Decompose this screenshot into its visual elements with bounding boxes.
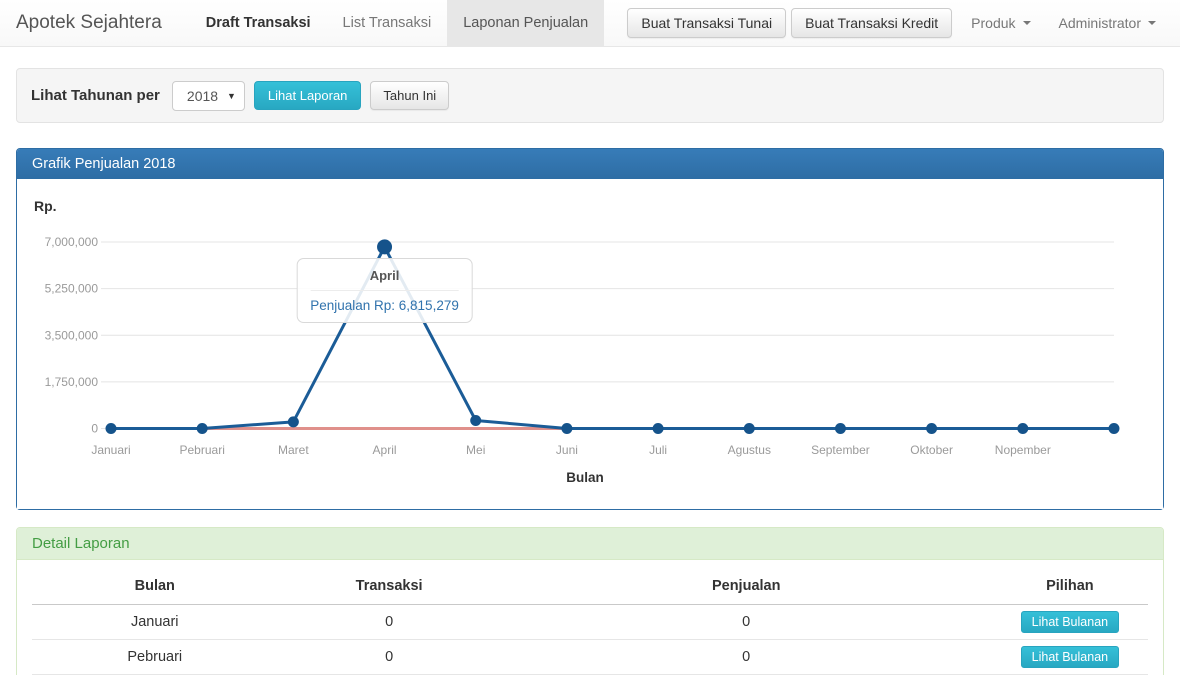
table-row-januari: Januari00Lihat Bulanan [32,605,1148,640]
x-tick-label: Pebruari [180,443,225,457]
year-select[interactable]: 2018 ▼ [172,81,245,111]
x-tick-label: Mei [466,443,485,457]
chevron-down-icon [1148,21,1156,25]
data-point-nopember[interactable] [1017,423,1028,434]
buat-transaksi-kredit-button[interactable]: Buat Transaksi Kredit [791,8,952,38]
chart-tooltip: April Penjualan Rp: 6,815,279 [296,258,473,323]
x-axis-label: Bulan [566,470,604,485]
data-point-juli[interactable] [653,423,664,434]
y-tick-label: 0 [91,422,98,436]
chart-panel: Grafik Penjualan 2018 0 1,750,000 3,500,00… [16,148,1164,510]
y-tick-label: 3,500,000 [45,328,99,342]
nav-item-list-transaksi[interactable]: List Transaksi [327,0,448,46]
detail-panel: Detail Laporan BulanTransaksiPenjualanPi… [16,527,1164,675]
lihat-bulanan-button[interactable]: Lihat Bulanan [1021,611,1119,633]
sales-line-chart: 0 1,750,000 3,500,000 5,250,000 7,000,000 Rp.… [27,193,1145,493]
data-point-pebruari[interactable] [197,423,208,434]
x-tick-label: Juni [556,443,578,457]
cell-penjualan: 0 [501,605,992,640]
x-tick-label: Juli [649,443,667,457]
navbar-dropdowns: Produk Administrator [957,15,1170,31]
detail-panel-title: Detail Laporan [17,528,1163,560]
data-point-juni[interactable] [561,423,572,434]
x-tick-label: April [373,443,397,457]
chart-canvas: 0 1,750,000 3,500,000 5,250,000 7,000,000 Rp.… [27,193,1145,493]
navbar-right: Buat Transaksi TunaiBuat Transaksi Kredi… [627,0,1180,46]
data-point-april[interactable] [377,239,392,254]
monthly-report-table: BulanTransaksiPenjualanPilihan Januari00… [32,566,1148,675]
year-filter-label: Lihat Tahunan per [31,87,160,104]
app-brand[interactable]: Apotek Sejahtera [0,0,178,46]
navbar-buttons: Buat Transaksi TunaiBuat Transaksi Kredi… [627,8,957,38]
tooltip-month: April [310,268,459,290]
x-tick-label: Agustus [728,443,771,457]
x-tick-label: Oktober [910,443,953,457]
lihat-laporan-button[interactable]: Lihat Laporan [254,81,362,110]
lihat-bulanan-button[interactable]: Lihat Bulanan [1021,646,1119,668]
chevron-down-icon: ▼ [227,91,236,101]
cell-transaksi: 0 [278,640,501,675]
buat-transaksi-tunai-button[interactable]: Buat Transaksi Tunai [627,8,786,38]
chevron-down-icon [1023,21,1031,25]
nav-item-draft-transaksi[interactable]: Draft Transaksi [190,0,327,46]
y-tick-label: 1,750,000 [45,375,99,389]
cell-transaksi: 0 [278,605,501,640]
cell-penjualan: 0 [501,640,992,675]
table-header-pilihan: Pilihan [992,566,1148,605]
administrator-dropdown-label: Administrator [1059,15,1141,31]
data-point-agustus[interactable] [744,423,755,434]
chart-panel-body: 0 1,750,000 3,500,000 5,250,000 7,000,000 Rp.… [17,179,1163,509]
table-header-transaksi: Transaksi [278,566,501,605]
detail-panel-body: BulanTransaksiPenjualanPilihan Januari00… [17,560,1163,675]
tooltip-value: Penjualan Rp: 6,815,279 [310,290,459,313]
data-point-desember[interactable] [1108,423,1119,434]
table-header-row: BulanTransaksiPenjualanPilihan [32,566,1148,605]
tahun-ini-button[interactable]: Tahun Ini [370,81,449,110]
navbar: Apotek Sejahtera Draft TransaksiList Tra… [0,0,1180,47]
nav-item-laponan-penjualan[interactable]: Laponan Penjualan [447,0,604,46]
data-point-maret[interactable] [288,416,299,427]
cell-bulan: Januari [32,605,278,640]
table-row-pebruari: Pebruari00Lihat Bulanan [32,640,1148,675]
cell-bulan: Pebruari [32,640,278,675]
data-point-september[interactable] [835,423,846,434]
produk-dropdown-label: Produk [971,15,1015,31]
year-filter-bar: Lihat Tahunan per 2018 ▼ Lihat Laporan T… [16,68,1164,123]
x-tick-label: September [811,443,870,457]
chart-panel-title: Grafik Penjualan 2018 [17,149,1163,179]
cell-pilihan: Lihat Bulanan [992,605,1148,640]
data-point-januari[interactable] [106,423,117,434]
year-select-value: 2018 [187,88,218,104]
y-tick-label: 5,250,000 [45,282,99,296]
x-tick-label: Nopember [995,443,1051,457]
series-line-Penjualan [111,247,1114,429]
administrator-dropdown[interactable]: Administrator [1045,15,1170,31]
table-header-penjualan: Penjualan [501,566,992,605]
cell-pilihan: Lihat Bulanan [992,640,1148,675]
table-header-bulan: Bulan [32,566,278,605]
y-axis-label: Rp. [34,198,57,214]
data-point-mei[interactable] [470,415,481,426]
x-tick-label: Maret [278,443,309,457]
x-tick-label: Januari [91,443,130,457]
produk-dropdown[interactable]: Produk [957,15,1044,31]
main-nav: Draft TransaksiList TransaksiLaponan Pen… [190,0,604,46]
y-tick-label: 7,000,000 [45,235,99,249]
data-point-oktober[interactable] [926,423,937,434]
